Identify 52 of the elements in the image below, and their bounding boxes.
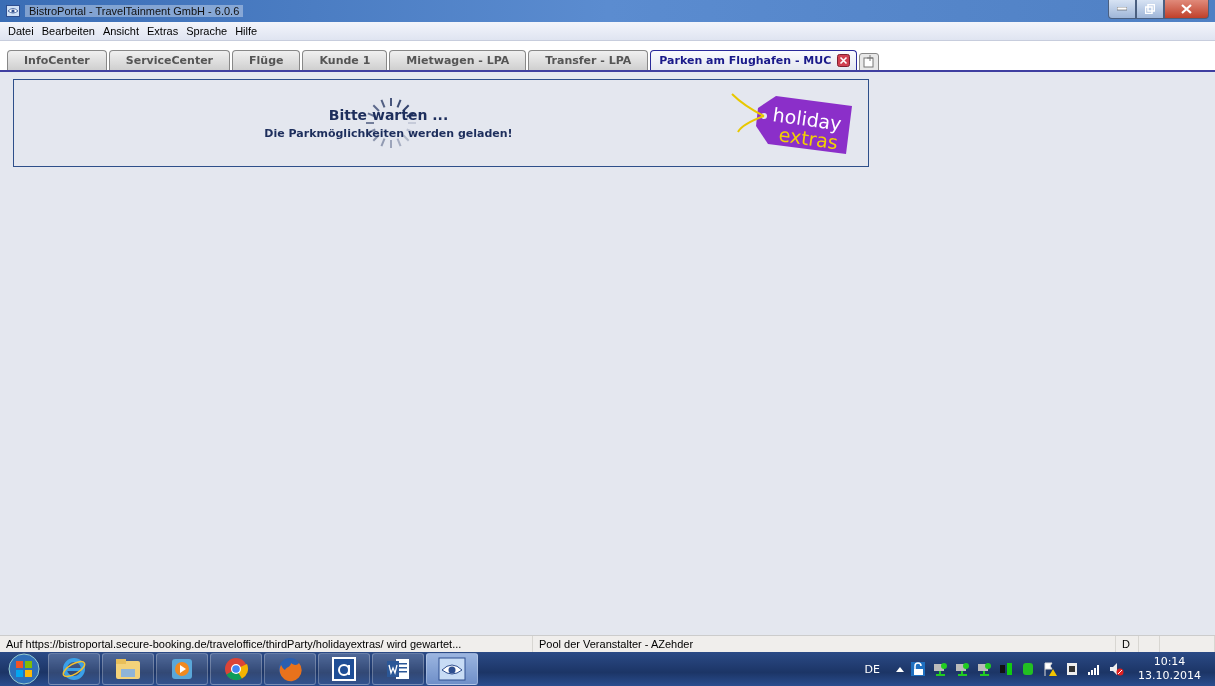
- eye-icon: [6, 5, 20, 17]
- play-icon: [170, 657, 194, 681]
- restore-button[interactable]: [1136, 0, 1164, 19]
- network-icon[interactable]: [954, 661, 970, 677]
- taskbar-button[interactable]: [318, 653, 370, 685]
- clock[interactable]: 10:14 13.10.2014: [1138, 655, 1201, 683]
- menu-item[interactable]: Ansicht: [98, 25, 143, 37]
- up-arrow-icon[interactable]: [896, 666, 904, 672]
- globe-icon: [61, 656, 87, 682]
- tab[interactable]: Parken am Flughafen - MUC: [650, 50, 858, 70]
- close-icon[interactable]: [837, 54, 851, 67]
- firefox-icon: [277, 656, 303, 682]
- restore-icon: [1145, 4, 1155, 14]
- folder-icon: [114, 657, 142, 681]
- tab[interactable]: InfoCenter: [7, 50, 107, 70]
- taskbar-button[interactable]: [48, 653, 100, 685]
- network-icon[interactable]: [976, 661, 992, 677]
- minimize-icon: [1117, 7, 1127, 11]
- window-title: BistroPortal - TravelTainment GmbH - 6.0.6: [25, 5, 244, 17]
- close-icon: [1181, 4, 1192, 14]
- menu-item[interactable]: Sprache: [182, 25, 232, 37]
- eye-icon: [438, 657, 466, 681]
- taskbar-button[interactable]: [210, 653, 262, 685]
- menu-item[interactable]: Extras: [143, 25, 183, 37]
- minimize-button[interactable]: [1108, 0, 1136, 19]
- connector-icon[interactable]: [998, 661, 1014, 677]
- taskbar-button[interactable]: [372, 653, 424, 685]
- close-button[interactable]: [1164, 0, 1209, 19]
- mail-lock-icon[interactable]: [910, 661, 926, 677]
- power-icon[interactable]: [1064, 661, 1080, 677]
- tab[interactable]: ServiceCenter: [108, 50, 231, 70]
- network-icon[interactable]: [932, 661, 948, 677]
- loading-message: Die Parkmöglichkeiten werden geladen!: [264, 126, 513, 140]
- speaker-muted-icon[interactable]: [1108, 661, 1124, 677]
- new-tab-icon[interactable]: [859, 53, 880, 70]
- tab[interactable]: Flüge: [232, 50, 301, 70]
- warning-flag-icon[interactable]: [1042, 661, 1058, 677]
- tab[interactable]: Kunde 1: [302, 50, 388, 70]
- database-icon[interactable]: [1020, 661, 1036, 677]
- tab[interactable]: Transfer - LPA: [528, 50, 649, 70]
- taskbar-button[interactable]: [156, 653, 208, 685]
- taskbar-button[interactable]: [426, 653, 478, 685]
- menu-item[interactable]: Hilfe: [231, 25, 262, 37]
- document-icon: [331, 656, 357, 682]
- word-icon: [385, 656, 411, 682]
- menu-item[interactable]: Datei: [4, 25, 38, 37]
- loading-title: Bitte warten ...: [328, 106, 449, 123]
- taskbar-button[interactable]: [102, 653, 154, 685]
- tab[interactable]: Mietwagen - LPA: [389, 50, 527, 70]
- language-indicator[interactable]: DE: [864, 662, 880, 676]
- menu-item[interactable]: Bearbeiten: [37, 25, 99, 37]
- chrome-icon: [223, 656, 249, 682]
